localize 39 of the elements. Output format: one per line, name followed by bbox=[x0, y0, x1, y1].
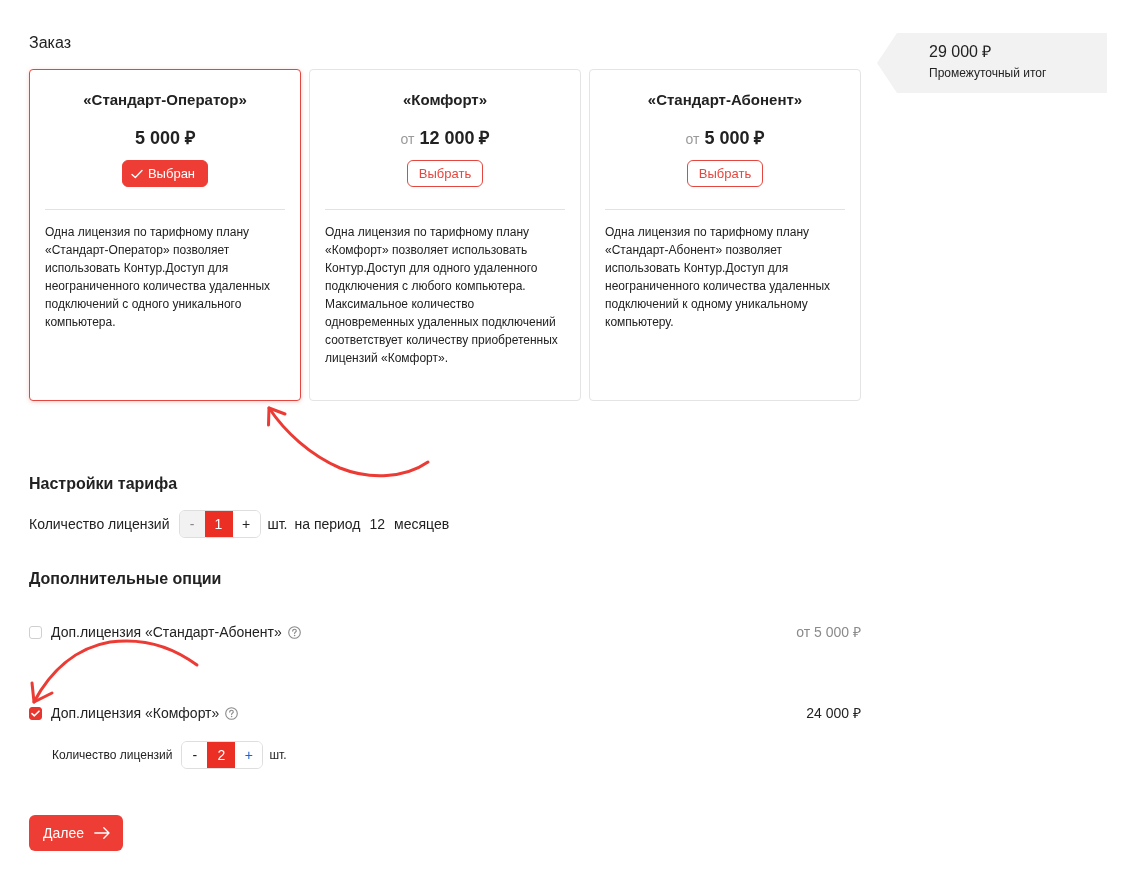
help-icon[interactable] bbox=[225, 706, 239, 720]
period-label: на период bbox=[294, 516, 361, 532]
subtotal-amount: 29 000 ₽ bbox=[929, 42, 993, 62]
plan-price: 5 000 ₽ bbox=[134, 128, 195, 148]
plan-price: 5 000 ₽ bbox=[704, 128, 765, 148]
period-unit: месяцев bbox=[394, 516, 450, 532]
price-prefix: от bbox=[685, 131, 700, 147]
price-prefix: от bbox=[400, 131, 415, 147]
plan-title: «Стандарт-Абонент» bbox=[646, 90, 804, 110]
plan-description: Одна лицензия по тарифному плану «Комфорт» позволяет использовать Контур.Доступ для одного удаленного подключения с любого компьютера. Максимальное количество одновременных удаленных подключений соответствует количеству приобретенных лицензий «Комфорт». bbox=[325, 224, 559, 367]
option-label: Доп.лицензия «Комфорт» bbox=[51, 704, 220, 723]
plan-title: «Комфорт» bbox=[401, 90, 489, 110]
plan-price: 12 000 ₽ bbox=[419, 128, 490, 148]
option-price: 24 000 ₽ bbox=[806, 704, 861, 723]
period-value: 12 bbox=[369, 516, 386, 532]
arrow-right-icon bbox=[94, 827, 110, 839]
quantity-label: Количество лицензий bbox=[29, 516, 170, 532]
option-label: Доп.лицензия «Стандарт-Абонент» bbox=[51, 623, 282, 642]
quantity-field[interactable]: 1 bbox=[204, 511, 233, 537]
select-button[interactable]: Выбрать bbox=[406, 160, 484, 187]
quantity-field[interactable]: 2 bbox=[207, 742, 236, 768]
selected-button[interactable]: Выбран bbox=[121, 160, 209, 187]
subtotal-label: Промежуточный итог bbox=[929, 65, 1048, 82]
help-icon[interactable] bbox=[287, 625, 301, 639]
section-heading: Настройки тарифа bbox=[29, 474, 179, 494]
section-heading: Дополнительные опции bbox=[29, 569, 223, 589]
unit-label: шт. bbox=[267, 516, 288, 532]
quantity-label: Количество лицензий bbox=[52, 748, 173, 762]
next-button[interactable]: Далее bbox=[29, 815, 123, 851]
checkbox[interactable] bbox=[29, 706, 42, 720]
check-icon bbox=[130, 168, 143, 179]
unit-label: шт. bbox=[269, 748, 287, 762]
option-price: от 5 000 ₽ bbox=[796, 623, 861, 642]
select-button[interactable]: Выбрать bbox=[686, 160, 764, 187]
plan-description: Одна лицензия по тарифному плану «Стандарт-Оператор» позволяет использовать Контур.Доступ для неограниченного количества удаленных подключений с одного уникального компьютера. bbox=[45, 224, 271, 331]
plan-title: «Стандарт-Оператор» bbox=[82, 90, 248, 110]
plan-description: Одна лицензия по тарифному плану «Стандарт-Абонент» позволяет использовать Контур.Доступ для неограниченного количества удаленных подключений к одному уникальному компьютеру. bbox=[605, 224, 831, 331]
plan-card[interactable] bbox=[29, 69, 301, 401]
section-heading: Заказ bbox=[29, 33, 72, 53]
